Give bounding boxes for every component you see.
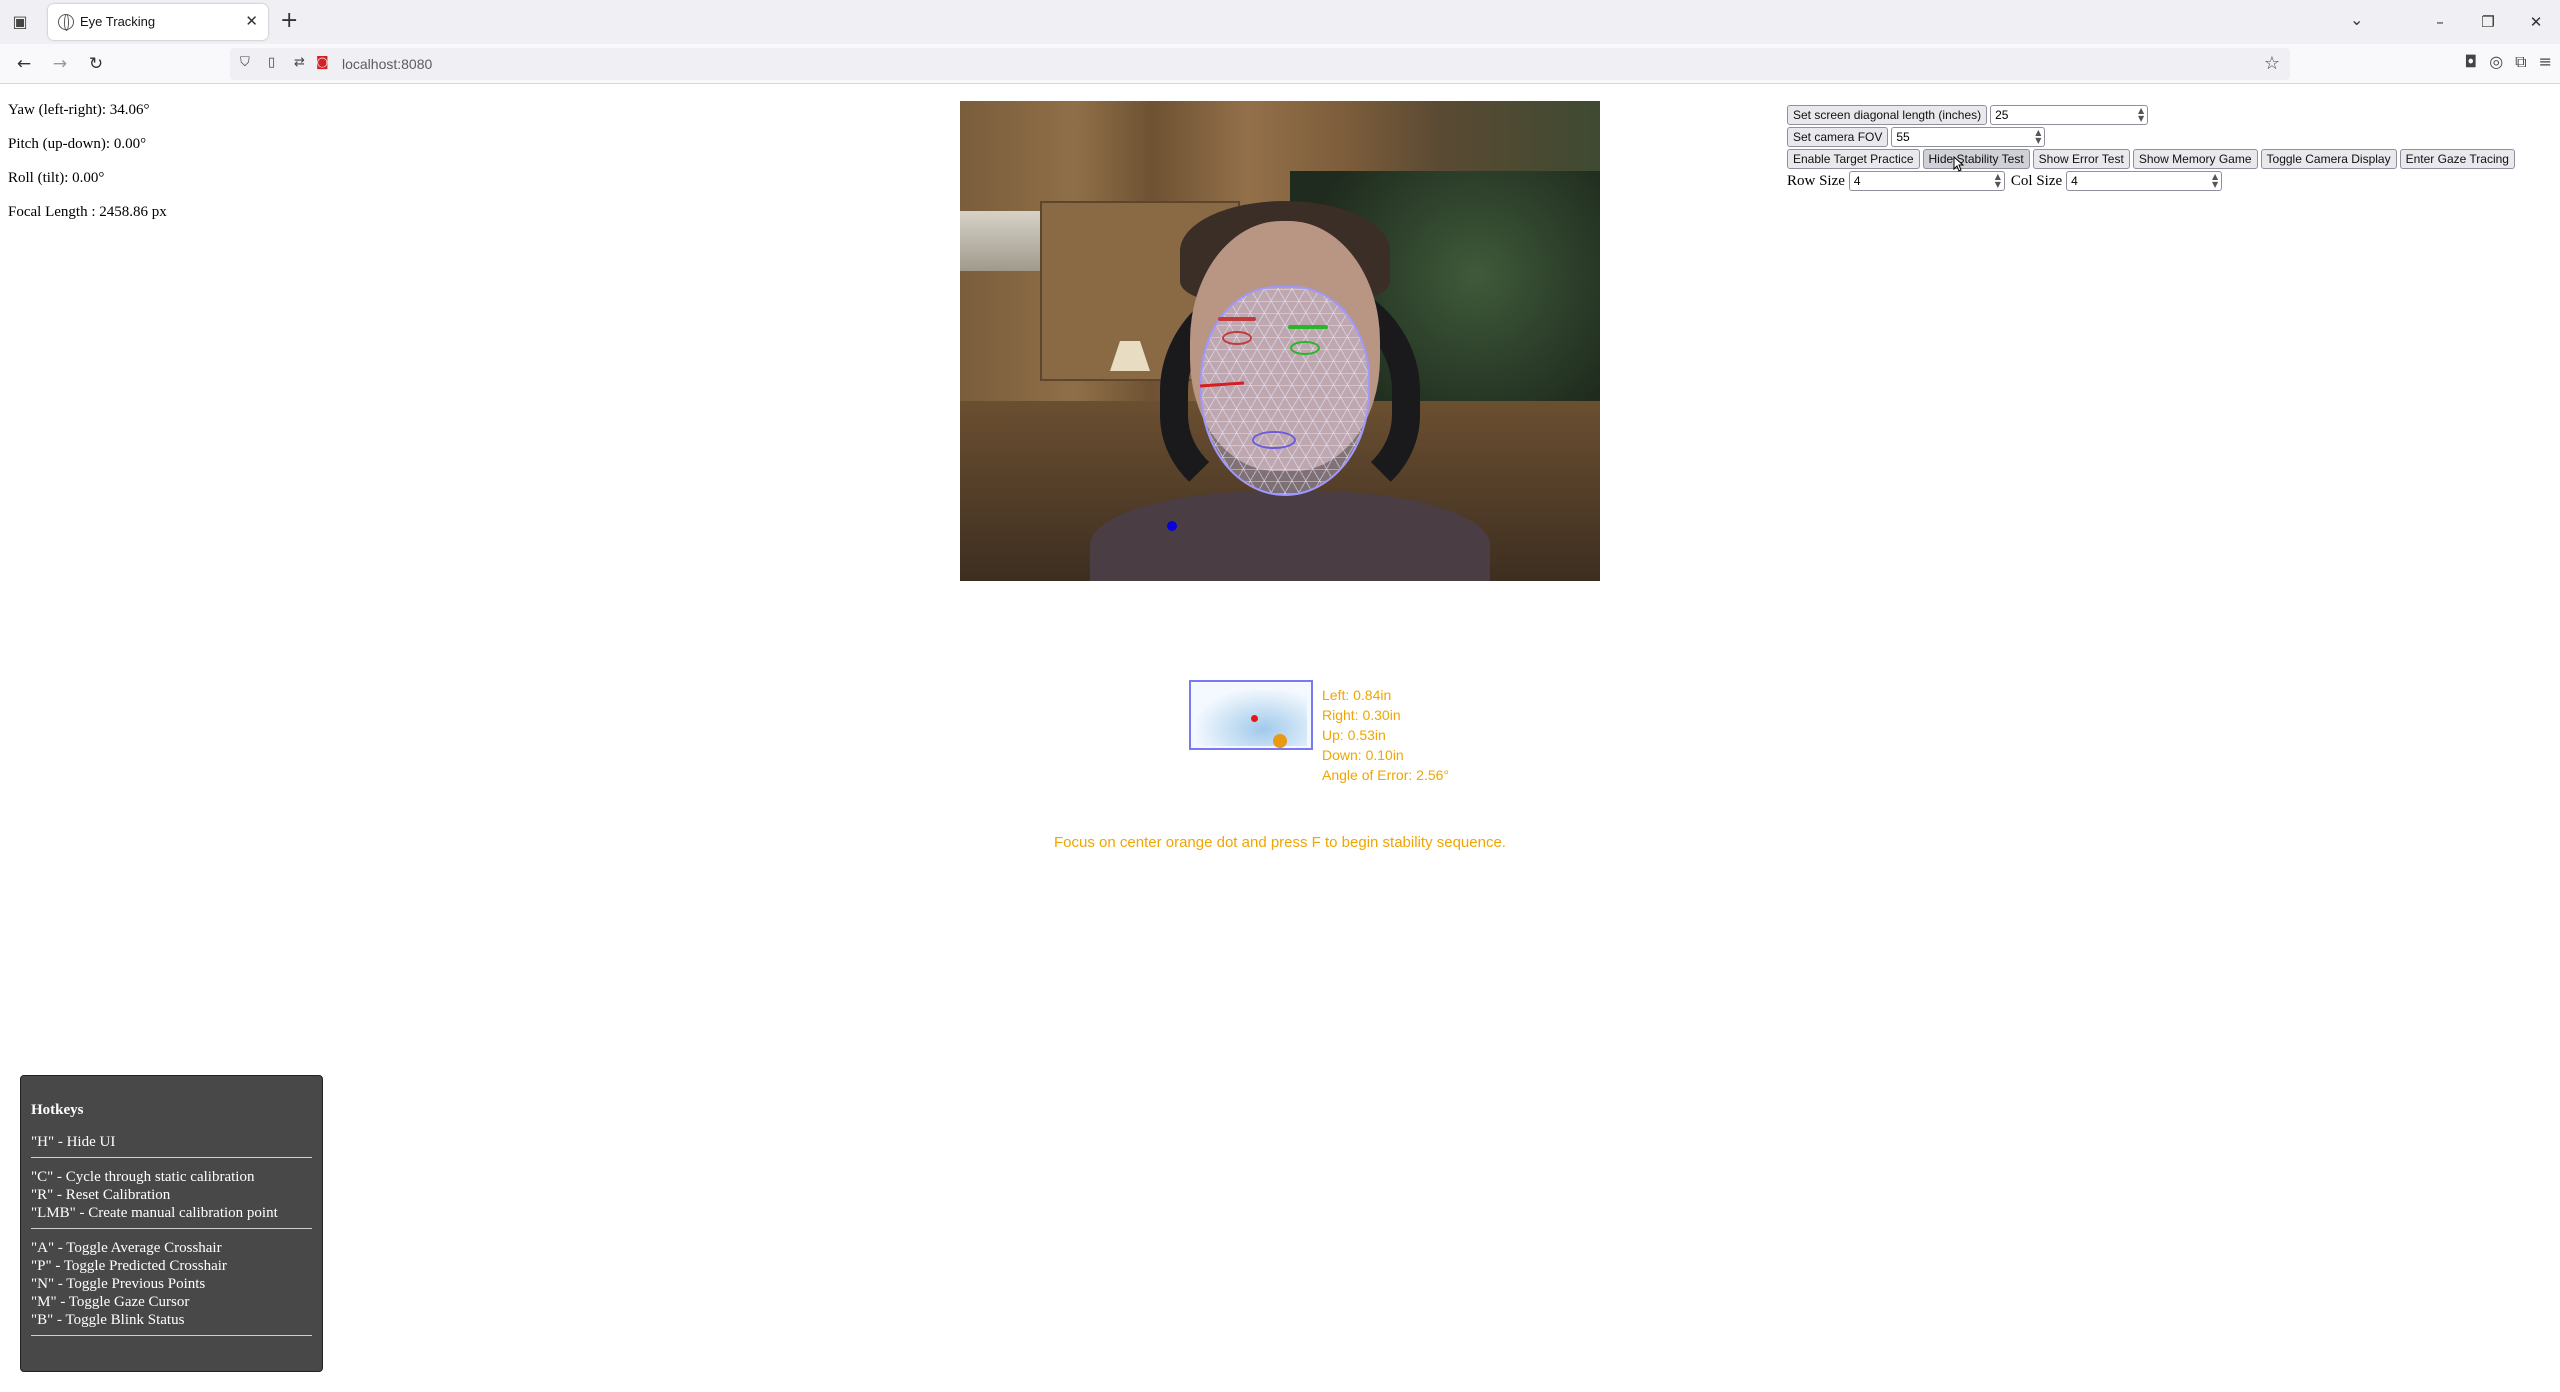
shield-icon[interactable]: ⛉ xyxy=(240,55,250,70)
screen-diagonal-input[interactable]: 25 ▲ ▼ xyxy=(1990,105,2149,125)
col-size-label: Col Size xyxy=(2010,172,2063,189)
camera-fov-input[interactable]: 55 ▲ ▼ xyxy=(1891,127,2046,147)
tab-list-icon[interactable]: ▣ xyxy=(8,10,32,34)
show-memory-game-button[interactable]: Show Memory Game xyxy=(2132,149,2258,169)
window-controls: – ❐ ✕ xyxy=(2416,0,2560,44)
enable-target-practice-button[interactable]: Enable Target Practice xyxy=(1787,149,1920,169)
row-size-input[interactable]: 4 ▲ ▼ xyxy=(1848,171,2005,191)
restore-icon[interactable]: ❐ xyxy=(2464,0,2512,44)
left-eye-landmark xyxy=(1222,331,1252,345)
show-error-test-button[interactable]: Show Error Test xyxy=(2032,149,2130,169)
toolbar-icons: ◘ ◎ ⧉ ≡ xyxy=(2465,52,2552,72)
spinner-icon[interactable]: ▲ ▼ xyxy=(2138,107,2144,123)
mode-buttons-row: Enable Target Practice Hide Stability Te… xyxy=(1787,149,2518,169)
mouse-cursor-icon xyxy=(1953,156,1965,172)
camera-fov-value: 55 xyxy=(1896,130,1910,144)
minimize-icon[interactable]: – xyxy=(2416,0,2464,44)
account-icon[interactable]: ◎ xyxy=(2489,52,2503,72)
spinner-icon[interactable]: ▲ ▼ xyxy=(2035,129,2041,145)
page-content: Yaw (left-right): 34.06° Pitch (up-down)… xyxy=(0,85,2560,1392)
roll-readout: Roll (tilt): 0.00° xyxy=(8,170,105,186)
forward-arrow-icon[interactable]: → xyxy=(48,52,72,76)
focal-length-readout: Focal Length : 2458.86 px xyxy=(8,204,167,220)
star-icon[interactable]: ☆ xyxy=(2264,53,2280,74)
set-screen-diagonal-button[interactable]: Set screen diagonal length (inches) xyxy=(1787,105,1988,125)
tab-eye-tracking[interactable]: Eye Tracking ✕ xyxy=(48,4,268,40)
yaw-readout: Yaw (left-right): 34.06° xyxy=(8,102,150,118)
tab-bar: ▣ Eye Tracking ✕ + ⌄ – ❐ ✕ xyxy=(0,0,2560,44)
reload-icon[interactable]: ↻ xyxy=(84,52,108,76)
camera-fov-row: Set camera FOV 55 ▲ ▼ xyxy=(1787,127,2046,147)
chevron-down-icon[interactable]: ⌄ xyxy=(2350,10,2363,29)
hotkey-item: "R" - Reset Calibration xyxy=(31,1187,171,1203)
url-bar[interactable]: ⛉ ▯ ⇄ ◙ localhost:8080 ☆ xyxy=(230,48,2290,80)
grid-size-row: Row Size 4 ▲ ▼ Col Size 4 ▲ ▼ xyxy=(1787,171,2223,191)
hotkey-item: "P" - Toggle Predicted Crosshair xyxy=(31,1258,227,1274)
camera-sharing-icon[interactable]: ◙ xyxy=(316,55,329,70)
hotkey-item: "M" - Toggle Gaze Cursor xyxy=(31,1294,190,1310)
col-size-input[interactable]: 4 ▲ ▼ xyxy=(2066,171,2223,191)
spinner-icon[interactable]: ▲ ▼ xyxy=(1995,173,2001,189)
enter-gaze-tracing-button[interactable]: Enter Gaze Tracing xyxy=(2399,149,2515,169)
camera-feed xyxy=(960,101,1600,581)
hotkeys-divider xyxy=(31,1228,312,1229)
right-brow-landmark xyxy=(1288,325,1328,329)
screen-diagonal-row: Set screen diagonal length (inches) 25 ▲… xyxy=(1787,105,2149,125)
predicted-point-marker xyxy=(1251,715,1258,722)
hide-stability-test-button[interactable]: Hide Stability Test xyxy=(1922,149,2030,169)
page-icon[interactable]: ▯ xyxy=(268,55,275,70)
plus-icon[interactable]: + xyxy=(280,8,298,34)
extensions-icon[interactable]: ⧉ xyxy=(2515,52,2526,72)
error-visualization xyxy=(1189,680,1313,750)
menu-icon[interactable]: ≡ xyxy=(2539,52,2552,72)
hotkey-item: "C" - Cycle through static calibration xyxy=(31,1169,255,1185)
col-size-value: 4 xyxy=(2071,174,2078,188)
lips-landmark xyxy=(1252,431,1296,449)
hotkey-item: "A" - Toggle Average Crosshair xyxy=(31,1240,222,1256)
target-point-marker xyxy=(1273,734,1287,748)
hotkeys-panel: Hotkeys "H" - Hide UI "C" - Cycle throug… xyxy=(20,1075,323,1372)
row-size-value: 4 xyxy=(1853,174,1861,188)
hotkey-item: "LMB" - Create manual calibration point xyxy=(31,1205,278,1221)
error-right: Right: 0.30in xyxy=(1322,707,1401,723)
hotkey-item: "H" - Hide UI xyxy=(31,1134,116,1150)
row-size-label: Row Size xyxy=(1787,172,1845,189)
left-brow-landmark xyxy=(1218,317,1256,321)
url-text[interactable]: localhost:8080 xyxy=(342,56,432,72)
error-angle: Angle of Error: 2.56° xyxy=(1322,767,1449,783)
hotkeys-divider xyxy=(31,1157,312,1158)
stability-instruction: Focus on center orange dot and press F t… xyxy=(1054,834,1506,851)
hotkey-item: "N" - Toggle Previous Points xyxy=(31,1276,206,1292)
hotkeys-title: Hotkeys xyxy=(31,1102,84,1118)
globe-icon xyxy=(58,14,74,31)
pitch-readout: Pitch (up-down): 0.00° xyxy=(8,136,147,152)
error-stats: Left: 0.84in Right: 0.30in Up: 0.53in Do… xyxy=(1322,685,1449,785)
close-icon[interactable]: ✕ xyxy=(245,12,258,30)
tab-title: Eye Tracking xyxy=(80,14,156,29)
error-up: Up: 0.53in xyxy=(1322,727,1386,743)
permissions-icon[interactable]: ⇄ xyxy=(294,55,305,70)
toggle-camera-display-button[interactable]: Toggle Camera Display xyxy=(2260,149,2397,169)
set-camera-fov-button[interactable]: Set camera FOV xyxy=(1787,127,1889,147)
back-arrow-icon[interactable]: ← xyxy=(12,52,36,76)
spinner-icon[interactable]: ▲ ▼ xyxy=(2212,173,2218,189)
error-down: Down: 0.10in xyxy=(1322,747,1404,763)
nav-bar: ← → ↻ ⛉ ▯ ⇄ ◙ localhost:8080 ☆ ◘ ◎ ⧉ ≡ xyxy=(0,44,2560,84)
gaze-dot xyxy=(1167,521,1177,531)
screen-diagonal-value: 25 xyxy=(1995,108,2009,122)
hotkey-item: "B" - Toggle Blink Status xyxy=(31,1312,185,1328)
hotkeys-divider xyxy=(31,1335,312,1336)
error-left: Left: 0.84in xyxy=(1322,687,1392,703)
pocket-icon[interactable]: ◘ xyxy=(2465,52,2478,72)
right-eye-landmark xyxy=(1290,341,1320,355)
close-window-icon[interactable]: ✕ xyxy=(2512,0,2560,44)
